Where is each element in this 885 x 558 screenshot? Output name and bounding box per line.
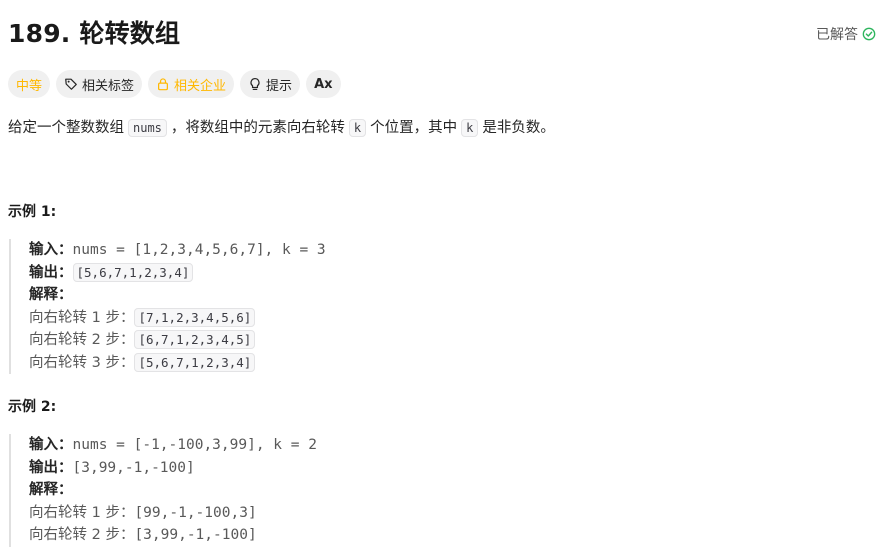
example-2-title: 示例 2: [8, 399, 57, 415]
step-value: [99,-1,-100,3] [134, 504, 257, 521]
related-tags-button[interactable]: 相关标签 [56, 70, 143, 98]
lock-icon [158, 78, 169, 91]
example-1-block: 输入：nums = [1,2,3,4,5,6,7], k = 3 输出： [5,6… [9, 239, 729, 374]
output-value: [5,6,7,1,2,3,4] [72, 262, 194, 282]
problem-title: 189. 轮转数组 [8, 19, 181, 48]
problem-description: 给定一个整数数组 nums ，将数组中的元素向右轮转 k 个位置，其中 k 是非负数。 [8, 117, 555, 139]
example-input: 输入：nums = [-1,-100,3,99], k = 2 [29, 434, 729, 457]
code-k: k [461, 119, 479, 137]
output-value: [3,99,-1,-100] [72, 459, 195, 476]
tag-icon [65, 78, 77, 90]
step-value: [7,1,2,3,4,5,6] [134, 307, 256, 327]
explanation-step: 向右轮转 2 步： [6,7,1,2,3,4,5] [29, 329, 729, 352]
desc-text-3: 个位置，其中 [370, 120, 458, 136]
explanation-label: 解释： [29, 482, 73, 498]
related-companies-button[interactable]: 相关企业 [148, 70, 235, 98]
hint-label: 提示 [266, 78, 293, 94]
related-tags-label: 相关标签 [82, 78, 135, 94]
difficulty-label: 中等 [16, 78, 43, 94]
font-size-button[interactable]: Ax [306, 70, 341, 98]
example-explanation: 解释： [29, 284, 729, 307]
input-label: 输入： [29, 437, 73, 453]
step-value: [5,6,7,1,2,3,4] [134, 352, 256, 372]
output-label: 输出： [29, 264, 73, 281]
difficulty-badge[interactable]: 中等 [8, 70, 51, 98]
input-label: 输入： [29, 242, 73, 258]
font-size-icon: Ax [314, 76, 333, 92]
step-value: [3,99,-1,-100] [134, 527, 257, 543]
code-nums: nums [128, 119, 167, 137]
desc-text-2: ，将数组中的元素向右轮转 [170, 120, 345, 136]
hint-button[interactable]: 提示 [240, 70, 301, 98]
desc-text-4: 是非负数。 [482, 120, 555, 136]
explanation-step: 向右轮转 2 步：[3,99,-1,-100] [29, 524, 729, 547]
step-label: 向右轮转 2 步： [29, 332, 135, 348]
input-value: nums = [1,2,3,4,5,6,7], k = 3 [72, 242, 326, 258]
explanation-step: 向右轮转 1 步：[99,-1,-100,3] [29, 502, 729, 525]
solved-label: 已解答 [816, 27, 858, 43]
step-label: 向右轮转 2 步： [29, 527, 135, 543]
example-input: 输入：nums = [1,2,3,4,5,6,7], k = 3 [29, 239, 729, 262]
lightbulb-icon [250, 77, 260, 91]
example-output: 输出：[3,99,-1,-100] [29, 457, 729, 480]
solved-status: 已解答 [816, 24, 876, 44]
example-output: 输出： [5,6,7,1,2,3,4] [29, 262, 729, 285]
input-value: nums = [-1,-100,3,99], k = 2 [72, 437, 317, 453]
step-label: 向右轮转 1 步： [29, 504, 135, 521]
step-label: 向右轮转 3 步： [29, 354, 135, 371]
step-label: 向右轮转 1 步： [29, 309, 135, 326]
explanation-step: 向右轮转 3 步： [5,6,7,1,2,3,4] [29, 352, 729, 375]
code-k: k [348, 119, 367, 137]
explanation-step: 向右轮转 1 步： [7,1,2,3,4,5,6] [29, 307, 729, 330]
example-explanation: 解释： [29, 479, 729, 502]
explanation-label: 解释： [29, 287, 73, 303]
example-2-block: 输入：nums = [-1,-100,3,99], k = 2 输出：[3,99… [9, 434, 729, 547]
check-circle-icon [862, 27, 876, 41]
step-value: [6,7,1,2,3,4,5] [134, 330, 256, 349]
desc-text-1: 给定一个整数数组 [8, 120, 124, 136]
related-companies-label: 相关企业 [174, 78, 227, 94]
tag-bar: 中等 相关标签 相关企业 提示 Ax [8, 70, 341, 98]
output-label: 输出： [29, 459, 73, 476]
example-1-title: 示例 1: [8, 204, 57, 220]
